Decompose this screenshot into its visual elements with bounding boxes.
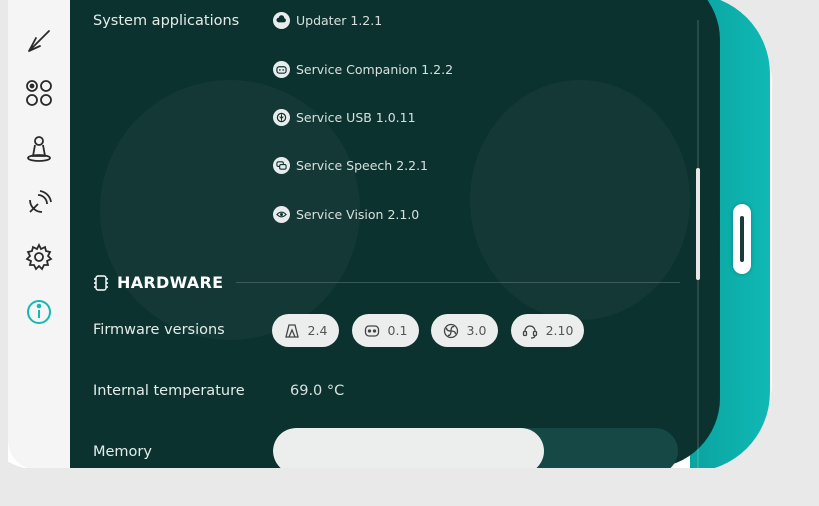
robot-icon[interactable] xyxy=(24,134,54,164)
eye-icon xyxy=(273,206,290,223)
scrollbar-thumb[interactable] xyxy=(696,168,700,280)
app-row-updater: Updater 1.2.1 xyxy=(273,12,382,29)
firmware-versions-label: Firmware versions xyxy=(93,322,225,338)
face-icon xyxy=(364,324,379,337)
sidebar xyxy=(8,0,70,470)
section-divider xyxy=(236,282,680,283)
connectivity-icon[interactable] xyxy=(24,188,54,218)
app-row-speech: Service Speech 2.2.1 xyxy=(273,157,428,174)
app-name: Service USB 1.0.11 xyxy=(296,110,416,125)
cloud-download-icon xyxy=(273,12,290,29)
app-name: Updater 1.2.1 xyxy=(296,13,383,28)
drawer-handle-bar xyxy=(740,216,744,262)
app-row-usb: Service USB 1.0.11 xyxy=(273,109,416,126)
robot-face-icon xyxy=(273,61,290,78)
firmware-pill-chassis: 2.4 xyxy=(272,314,339,347)
background-glow xyxy=(470,80,690,320)
device-bottom-edge xyxy=(0,468,819,506)
settings-icon[interactable] xyxy=(24,242,54,272)
firmware-pill-headset: 2.10 xyxy=(511,314,584,347)
info-icon[interactable] xyxy=(24,297,54,327)
app-name: Service Companion 1.2.2 xyxy=(296,62,454,77)
app-name: Service Vision 2.1.0 xyxy=(296,207,420,222)
usb-icon xyxy=(273,109,290,126)
firmware-version: 3.0 xyxy=(466,323,487,338)
memory-label: Memory xyxy=(93,444,152,460)
system-applications-label: System applications xyxy=(93,13,240,29)
apps-icon[interactable] xyxy=(24,78,54,108)
chip-icon xyxy=(94,274,108,291)
speech-bubbles-icon xyxy=(273,157,290,174)
chassis-icon xyxy=(284,323,299,338)
fan-icon xyxy=(443,323,458,338)
internal-temperature-label: Internal temperature xyxy=(93,383,245,399)
firmware-pill-fan: 3.0 xyxy=(431,314,498,347)
app-row-companion: Service Companion 1.2.2 xyxy=(273,61,453,78)
app-row-vision: Service Vision 2.1.0 xyxy=(273,206,419,223)
internal-temperature-value: 69.0 °C xyxy=(290,383,345,399)
hardware-section-title: HARDWARE xyxy=(93,273,223,292)
firmware-version: 0.1 xyxy=(387,323,408,338)
app-name: Service Speech 2.2.1 xyxy=(296,158,428,173)
device-left-edge xyxy=(0,0,8,506)
firmware-version: 2.4 xyxy=(307,323,328,338)
headset-icon xyxy=(522,324,537,339)
firmware-pill-face: 0.1 xyxy=(352,314,419,347)
drawer-handle[interactable] xyxy=(733,204,751,274)
back-icon[interactable] xyxy=(24,26,54,56)
firmware-version: 2.10 xyxy=(545,323,574,338)
hardware-title-text: HARDWARE xyxy=(117,273,224,292)
